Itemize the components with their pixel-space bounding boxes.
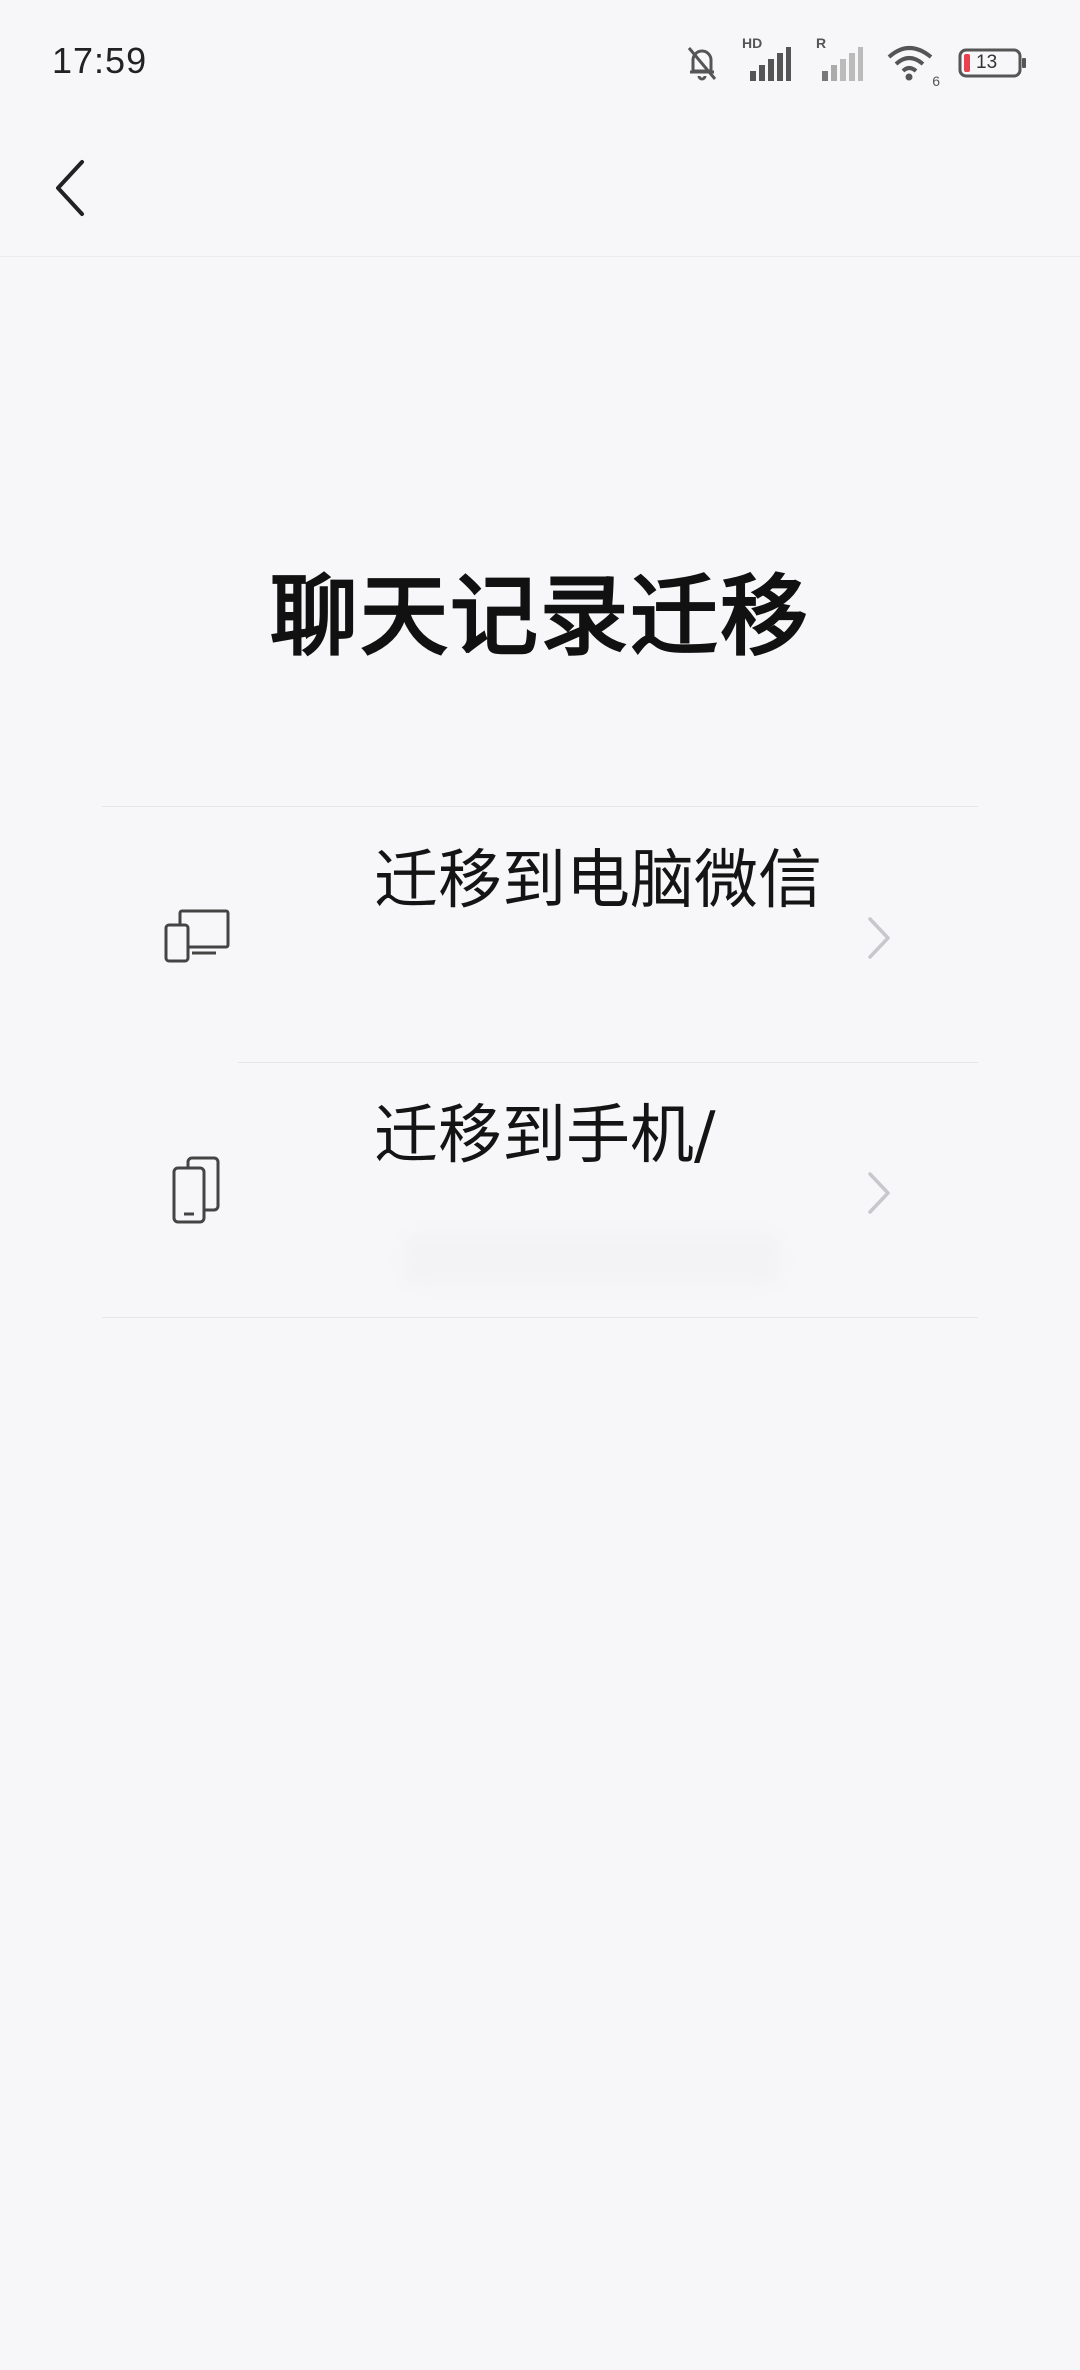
chevron-right-icon <box>864 1170 894 1216</box>
bell-muted-icon <box>684 43 720 83</box>
computer-phone-icon <box>162 901 232 971</box>
nav-bar <box>0 130 1080 257</box>
phones-icon <box>162 1156 232 1226</box>
status-bar: 17:59 HD R 6 13 <box>0 0 1080 130</box>
redacted-text-area <box>402 1232 782 1286</box>
signal-hd-icon: HD <box>742 35 792 83</box>
page-title: 聊天记录迁移 <box>269 565 810 668</box>
chevron-left-icon <box>50 156 90 224</box>
battery-level: 13 <box>976 52 998 73</box>
option-label: 迁移到手机/ <box>374 1099 716 1173</box>
chevron-right-icon <box>864 915 894 961</box>
option-migrate-to-pc[interactable]: 迁移到电脑微信 <box>102 807 978 1062</box>
wifi-icon: 6 <box>886 43 940 89</box>
option-label: 迁移到电脑微信 <box>374 844 822 918</box>
wifi-badge: 6 <box>932 73 940 89</box>
option-migrate-to-phone[interactable]: 迁移到手机/ <box>102 1062 978 1317</box>
status-time: 17:59 <box>52 40 148 81</box>
signal-r-label: R <box>816 35 827 51</box>
back-button[interactable] <box>30 150 110 230</box>
status-icons: HD R 6 13 <box>684 35 1028 89</box>
signal-r-icon: R <box>814 35 864 83</box>
battery-icon: 13 <box>958 47 1028 79</box>
migration-options-list: 迁移到电脑微信 迁移到手机/ <box>102 806 978 1318</box>
divider <box>238 1062 978 1063</box>
signal-hd-label: HD <box>742 35 763 51</box>
